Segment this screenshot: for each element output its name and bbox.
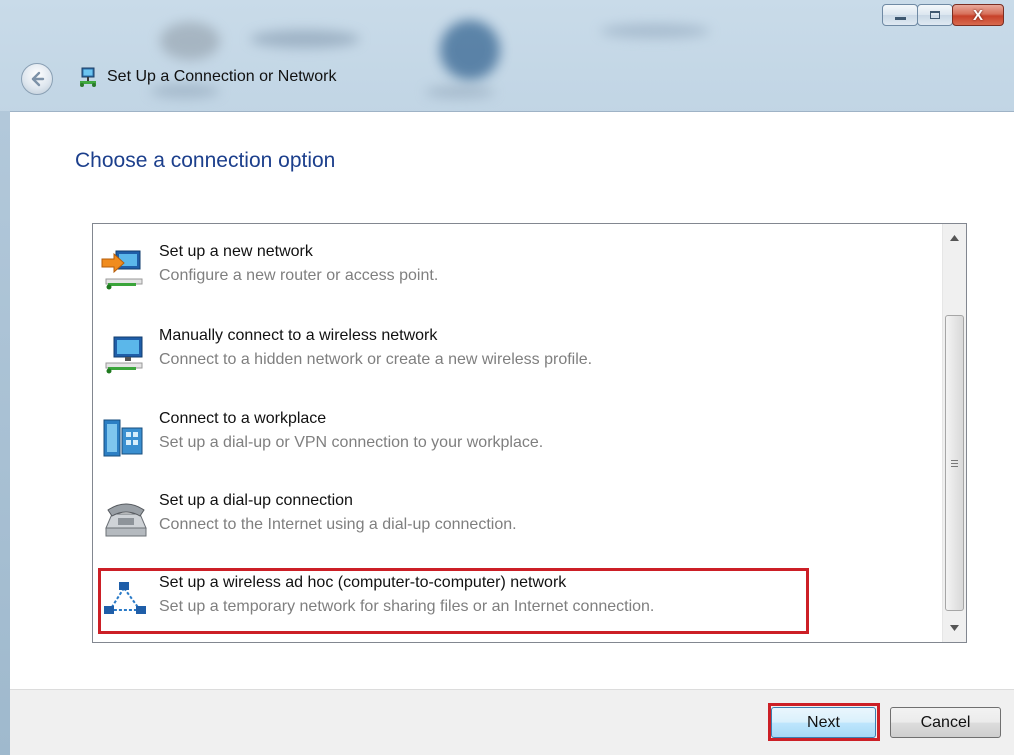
scroll-thumb[interactable] (945, 315, 964, 611)
workplace-icon (103, 419, 143, 457)
minimize-icon (894, 17, 906, 20)
blurred-background-shape (425, 86, 495, 98)
network-setup-icon (101, 250, 143, 290)
close-button[interactable]: X (952, 4, 1004, 26)
close-icon: X (972, 6, 983, 24)
content-area: Choose a connection option Set up a new … (10, 111, 1014, 690)
glass-titlebar: X Set Up a Connection or Network (0, 0, 1014, 112)
option-description: Configure a new router or access point. (159, 267, 439, 284)
option-title: Manually connect to a wireless network (159, 327, 438, 344)
page-heading: Choose a connection option (75, 149, 336, 172)
option-description: Set up a temporary network for sharing f… (159, 598, 655, 615)
adhoc-network-icon (104, 582, 146, 614)
wireless-network-icon (105, 336, 143, 374)
maximize-icon (930, 11, 940, 19)
connection-options-list[interactable]: Set up a new network Configure a new rou… (92, 223, 967, 643)
scroll-up-button[interactable] (943, 226, 966, 250)
option-description: Connect to the Internet using a dial-up … (159, 516, 517, 533)
option-workplace[interactable]: Connect to a workplace Set up a dial-up … (98, 410, 936, 480)
grip-icon (951, 459, 958, 467)
phone-icon (105, 503, 147, 537)
back-arrow-icon (31, 71, 45, 87)
dialog-footer: Next Cancel (10, 689, 1014, 755)
maximize-button[interactable] (917, 4, 953, 26)
caption-buttons: X (882, 4, 1004, 26)
blurred-background-shape (160, 22, 220, 60)
option-title: Connect to a workplace (159, 410, 327, 427)
option-title: Set up a wireless ad hoc (computer-to-co… (159, 574, 567, 591)
cancel-button[interactable]: Cancel (890, 707, 1001, 738)
option-adhoc[interactable]: Set up a wireless ad hoc (computer-to-co… (98, 568, 936, 644)
window-title: Set Up a Connection or Network (107, 68, 337, 85)
blurred-background-shape (150, 84, 220, 98)
scroll-down-icon (950, 625, 959, 631)
option-description: Set up a dial-up or VPN connection to yo… (159, 434, 544, 451)
scroll-down-button[interactable] (943, 616, 966, 640)
option-manual-wireless[interactable]: Manually connect to a wireless network C… (98, 327, 936, 397)
option-description: Connect to a hidden network or create a … (159, 351, 593, 368)
option-title: Set up a new network (159, 243, 313, 260)
option-dialup[interactable]: Set up a dial-up connection Connect to t… (98, 492, 936, 562)
minimize-button[interactable] (882, 4, 918, 26)
dialog-window: X Set Up a Connection or Network Choose … (0, 0, 1014, 755)
option-new-network[interactable]: Set up a new network Configure a new rou… (98, 243, 936, 313)
blurred-background-shape (600, 24, 710, 38)
vertical-scrollbar[interactable] (942, 224, 966, 642)
window-border (0, 111, 10, 755)
back-button[interactable] (21, 63, 53, 95)
option-title: Set up a dial-up connection (159, 492, 353, 509)
network-connection-icon (80, 67, 96, 87)
blurred-background-shape (440, 20, 500, 80)
next-highlight-annotation (768, 703, 880, 741)
blurred-background-shape (250, 30, 360, 48)
scroll-up-icon (950, 235, 959, 241)
